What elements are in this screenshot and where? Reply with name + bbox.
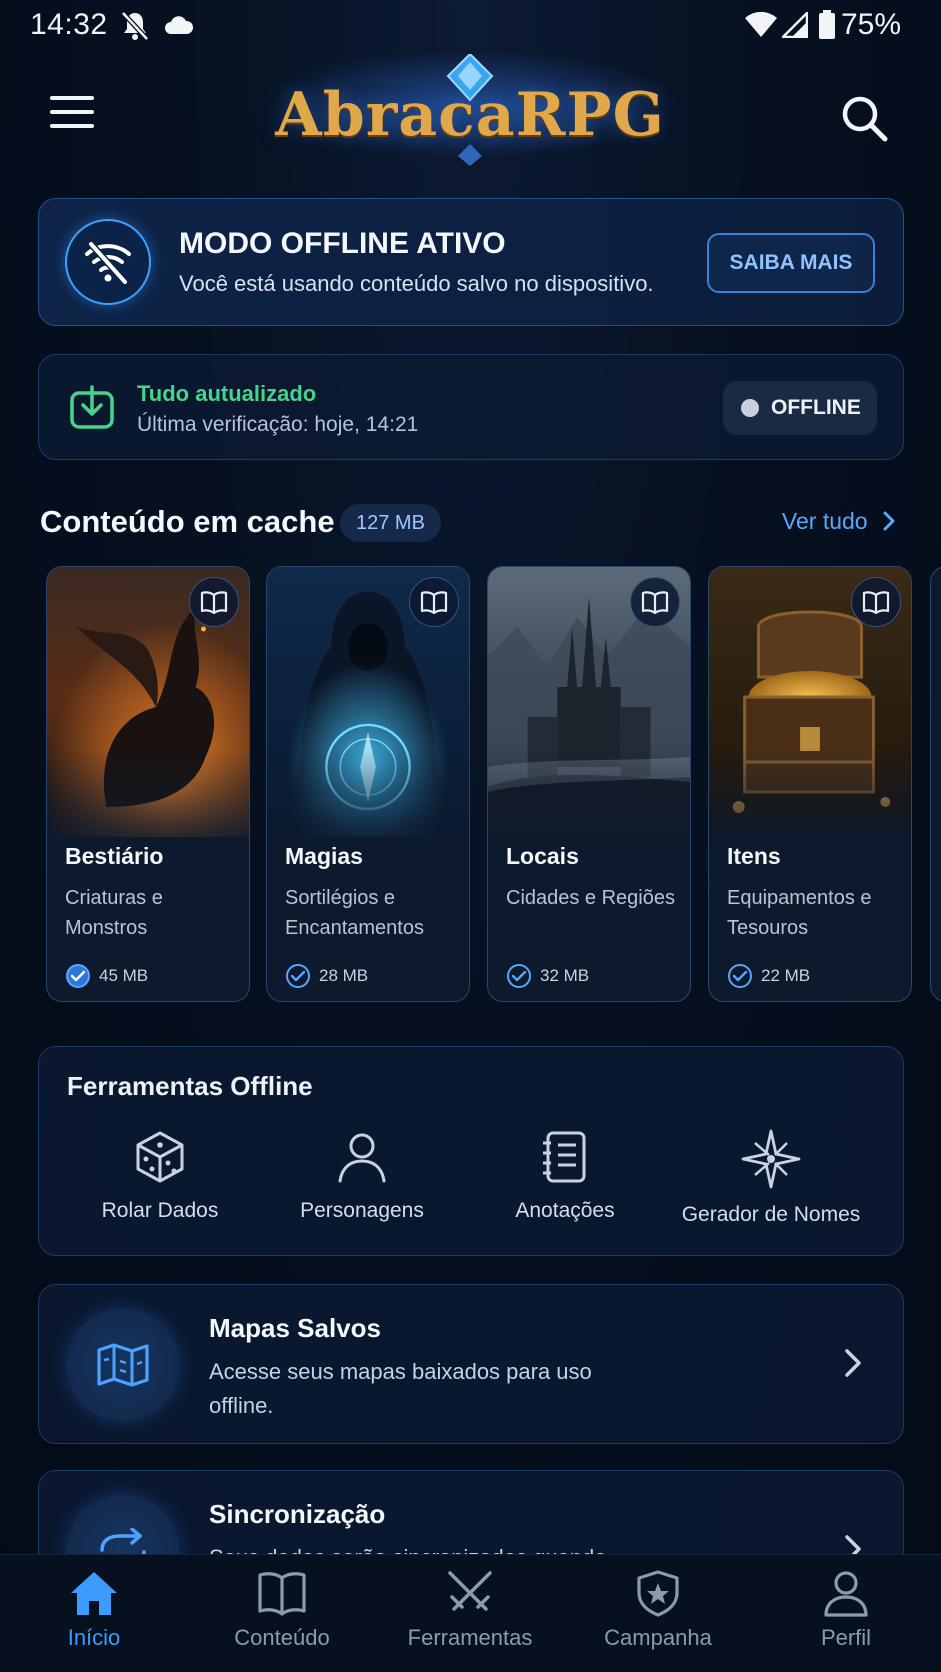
content-card-bestiary[interactable]: Bestiário Criaturas e Monstros 45 MB [46, 566, 250, 1002]
content-card-subtitle: Cidades e Regiões [506, 887, 675, 909]
offline-tools-title: Ferramentas Offline [67, 1071, 313, 1101]
content-card-subtitle: Criaturas e Monstros [65, 887, 163, 939]
content-card-size: 22 MB [727, 963, 810, 989]
content-card-size: 45 MB [65, 963, 148, 989]
book-icon [189, 577, 239, 627]
app-logo: AbracaRPG [220, 54, 720, 174]
cached-content-carousel[interactable]: Bestiário Criaturas e Monstros 45 MB Mag… [38, 564, 941, 1004]
book-icon [630, 577, 680, 627]
battery-icon [818, 10, 836, 45]
check-circle-icon [507, 964, 531, 988]
content-card-size-label: 22 MB [761, 966, 811, 985]
nav-campaign[interactable]: Campanha [564, 1569, 752, 1669]
content-card-size-label: 28 MB [319, 966, 369, 985]
content-card-size-label: 32 MB [540, 966, 590, 985]
tool-name-generator[interactable]: Gerador de Nomes [671, 1129, 871, 1239]
saved-maps-subtitle: Acesse seus mapas baixados para uso offl… [209, 1359, 592, 1418]
tool-roll-dice[interactable]: Rolar Dados [60, 1129, 260, 1239]
nav-label: Campanha [604, 1625, 712, 1650]
content-card-subtitle: Sortilégios e Encantamentos [285, 887, 424, 939]
offline-banner-title: MODO OFFLINE ATIVO [179, 227, 506, 260]
update-status-card: Tudo autualizado Última verificação: hoj… [38, 354, 904, 460]
nav-label: Início [67, 1625, 121, 1650]
cell-signal-icon [779, 9, 809, 43]
cache-section-header: Conteúdo em cache 127 MB Ver tudo [40, 500, 902, 550]
status-time: 14:32 [30, 8, 108, 41]
download-check-icon [69, 385, 115, 436]
nav-home[interactable]: Início [0, 1569, 188, 1669]
check-circle-icon [286, 964, 310, 988]
offline-tools-card: Ferramentas Offline Rolar Dados Personag… [38, 1046, 904, 1256]
offline-banner-subtitle: Você está usando conteúdo salvo no dispo… [179, 271, 654, 296]
dice-icon [136, 1131, 184, 1183]
bottom-navigation: Início Conteúdo Ferramentas Campanha Per… [0, 1554, 941, 1672]
tool-notes[interactable]: Anotações [465, 1129, 665, 1239]
content-card-size: 28 MB [285, 963, 368, 989]
nav-label: Ferramentas [407, 1625, 533, 1650]
battery-percent: 75% [840, 8, 901, 41]
crossed-swords-icon [448, 1571, 492, 1611]
content-card-size: 32 MB [506, 963, 589, 989]
status-bar: 14:32 75% [0, 0, 941, 54]
content-card-spells[interactable]: Magias Sortilégios e Encantamentos 28 MB [266, 566, 470, 1002]
content-card-subtitle: Equipamentos e Tesouros [727, 887, 872, 939]
tool-label: Rolar Dados [101, 1199, 219, 1222]
learn-more-button[interactable]: SAIBA MAIS [707, 233, 875, 293]
check-circle-icon [728, 964, 752, 988]
tool-characters[interactable]: Personagens [262, 1129, 462, 1239]
content-card-title: Bestiário [65, 843, 164, 869]
content-card-locations[interactable]: Locais Cidades e Regiões 32 MB [487, 566, 691, 1002]
saved-maps-title: Mapas Salvos [209, 1313, 381, 1343]
content-card-title: Locais [506, 843, 579, 869]
offline-toggle[interactable]: OFFLINE [723, 381, 877, 435]
see-all-link[interactable]: Ver tudo [782, 508, 896, 535]
content-card-title: Itens [727, 843, 781, 869]
map-icon [67, 1309, 179, 1421]
saved-maps-card[interactable]: Mapas Salvos Acesse seus mapas baixados … [38, 1284, 904, 1444]
last-check-text: Última verificação: hoje, 14:21 [137, 413, 419, 436]
wifi-off-icon [65, 219, 151, 305]
cache-size-badge: 127 MB [340, 504, 441, 542]
nav-content[interactable]: Conteúdo [188, 1569, 376, 1669]
tool-label: Personagens [300, 1199, 424, 1222]
content-card-items[interactable]: Itens Equipamentos e Tesouros 22 MB [708, 566, 912, 1002]
hamburger-menu-icon[interactable] [50, 96, 96, 136]
search-icon[interactable] [840, 94, 888, 142]
sync-title: Sincronização [209, 1499, 386, 1529]
nav-tools[interactable]: Ferramentas [376, 1569, 564, 1669]
nav-profile[interactable]: Perfil [752, 1569, 940, 1669]
see-all-label: Ver tudo [781, 508, 868, 534]
cloud-icon [163, 14, 195, 41]
logo-text: AbracaRPG [275, 80, 665, 150]
profile-icon [824, 1571, 868, 1617]
wifi-icon [744, 10, 778, 43]
chevron-right-icon [843, 1347, 863, 1384]
book-icon [851, 577, 901, 627]
book-icon [258, 1572, 306, 1616]
status-dot [741, 399, 759, 417]
chevron-right-icon [883, 511, 895, 531]
cache-section-title: Conteúdo em cache [40, 504, 335, 539]
home-icon [71, 1572, 117, 1615]
app-header: AbracaRPG [0, 54, 941, 186]
notebook-icon [543, 1131, 586, 1183]
next-card-peek [930, 566, 941, 1002]
update-status-title: Tudo autualizado [137, 381, 317, 406]
bell-off-icon [120, 10, 150, 47]
shield-icon [637, 1570, 679, 1617]
content-card-title: Magias [285, 843, 363, 869]
nav-label: Conteúdo [234, 1625, 330, 1650]
compass-star-icon [741, 1129, 801, 1189]
tool-label: Anotações [515, 1199, 615, 1222]
person-icon [338, 1133, 386, 1183]
book-icon [409, 577, 459, 627]
offline-toggle-label: OFFLINE [771, 396, 861, 419]
nav-label: Perfil [820, 1625, 872, 1650]
offline-mode-banner: MODO OFFLINE ATIVO Você está usando cont… [38, 198, 904, 326]
tool-label: Gerador de Nomes [681, 1203, 861, 1226]
content-card-size-label: 45 MB [99, 966, 149, 985]
check-circle-icon [66, 964, 90, 988]
